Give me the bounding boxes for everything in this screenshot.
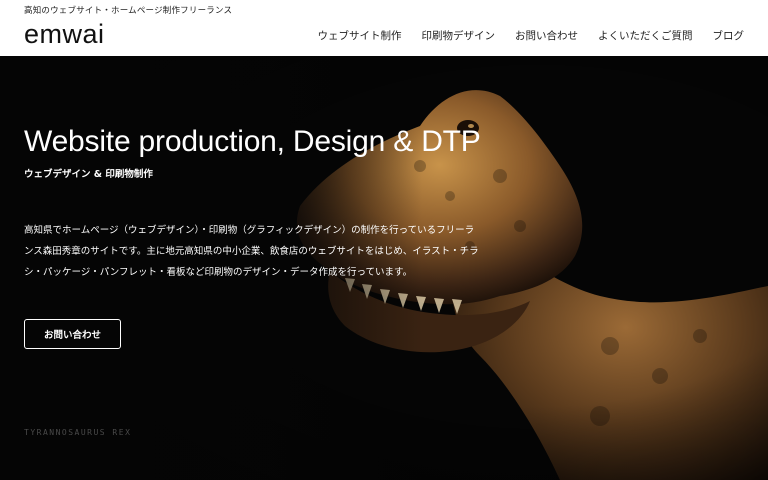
site-header: 高知のウェブサイト・ホームページ制作フリーランス emwai ウェブサイト制作 …: [0, 0, 768, 56]
hero-subtitle: ウェブデザイン & 印刷物制作: [24, 169, 153, 180]
nav-item-website-production[interactable]: ウェブサイト制作: [318, 29, 402, 43]
main-nav: ウェブサイト制作 印刷物デザイン お問い合わせ よくいただくご質問 ブログ: [318, 29, 745, 43]
nav-item-faq[interactable]: よくいただくご質問: [598, 29, 693, 43]
site-logo[interactable]: emwai: [24, 18, 105, 50]
hero-section: Website production, Design & DTP ウェブデザイン…: [0, 56, 768, 480]
contact-button[interactable]: お問い合わせ: [24, 319, 121, 349]
nav-item-print-design[interactable]: 印刷物デザイン: [422, 29, 496, 43]
image-caption: TYRANNOSAURUS REX: [24, 428, 132, 437]
hero-title: Website production, Design & DTP: [24, 125, 481, 158]
nav-item-contact[interactable]: お問い合わせ: [515, 29, 578, 43]
nav-item-blog[interactable]: ブログ: [713, 29, 745, 43]
hero-description-line: シ・パッケージ・パンフレット・看板など印刷物のデザイン・データ作成を行っています…: [24, 267, 413, 278]
site-tagline: 高知のウェブサイト・ホームページ制作フリーランス: [24, 6, 233, 16]
hero-description-line: ンス森田秀章のサイトです。主に地元高知県の中小企業、飲食店のウェブサイトをはじめ…: [24, 246, 479, 257]
hero-description: 高知県でホームページ（ウェブデザイン）・印刷物（グラフィックデザイン）の制作を行…: [24, 220, 494, 283]
hero-description-line: 高知県でホームページ（ウェブデザイン）・印刷物（グラフィックデザイン）の制作を行…: [24, 225, 475, 236]
